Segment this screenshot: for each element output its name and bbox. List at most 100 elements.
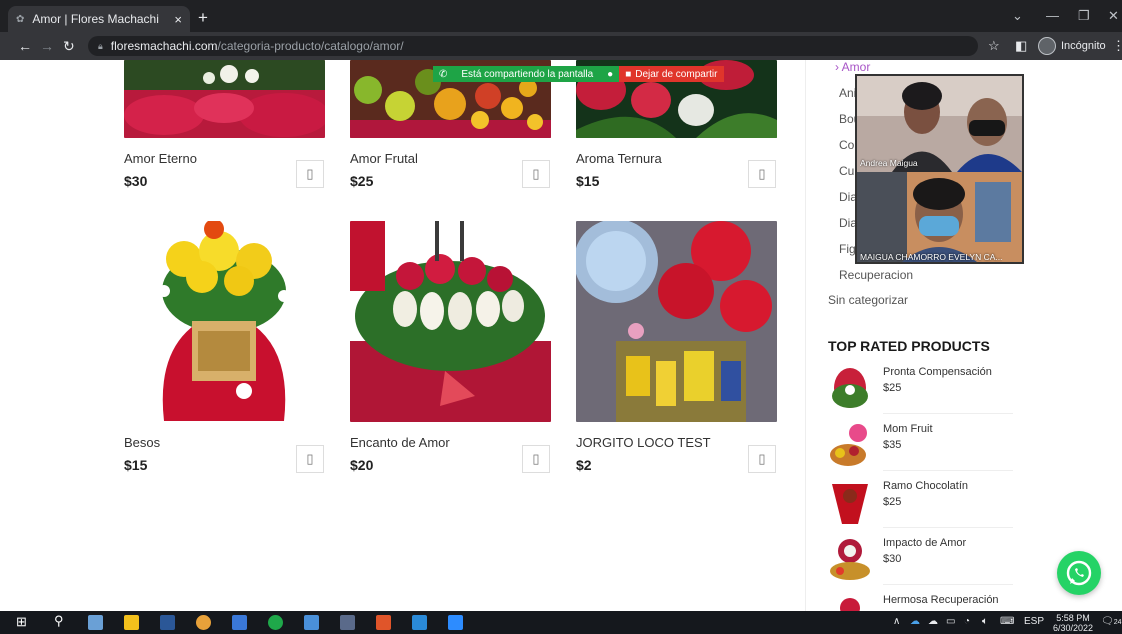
word-icon[interactable]: [160, 615, 175, 630]
app-icon[interactable]: [232, 615, 247, 630]
app-icon[interactable]: [88, 615, 103, 630]
windows-start-icon[interactable]: ⊞: [16, 614, 31, 629]
product-price: $15: [576, 173, 600, 189]
app-icon[interactable]: [340, 615, 355, 630]
volume-icon[interactable]: 🔈︎: [982, 616, 988, 627]
product-image[interactable]: [124, 60, 325, 138]
top-rated-name[interactable]: Ramo Chocolatín: [883, 480, 968, 492]
product-name[interactable]: Encanto de Amor: [350, 435, 450, 450]
tray-chevron-icon[interactable]: ∧: [893, 616, 900, 627]
top-rated-name[interactable]: Hermosa Recuperación: [883, 594, 999, 606]
address-bar[interactable]: 🔒︎ floresmachachi.com /categoria-product…: [88, 36, 978, 56]
brave-icon[interactable]: [376, 615, 391, 630]
chrome-icon[interactable]: [196, 615, 211, 630]
category-amor-link[interactable]: › Amor: [835, 60, 870, 74]
zoom-icon[interactable]: [448, 615, 463, 630]
video-call-overlay[interactable]: Andrea Maigua MAIGUA CHAMORRO EVELYN CA.…: [855, 74, 1024, 264]
divider: [883, 527, 1013, 528]
top-rated-item[interactable]: Ramo Chocolatín $25: [828, 480, 1013, 532]
product-image[interactable]: [576, 221, 777, 422]
divider: [883, 470, 1013, 471]
add-to-cart-icon[interactable]: ▯: [748, 445, 776, 473]
stop-sharing-button[interactable]: ■ Dejar de compartir: [619, 66, 724, 82]
onedrive-icon[interactable]: ☁: [910, 616, 920, 627]
product-name[interactable]: Amor Frutal: [350, 151, 418, 166]
add-to-cart-icon[interactable]: ▯: [522, 160, 550, 188]
wifi-icon[interactable]: ◔: [964, 616, 970, 627]
minimize-icon[interactable]: —: [1046, 8, 1059, 23]
language-indicator[interactable]: ESP: [1024, 616, 1044, 627]
tab-search-icon[interactable]: ⌄: [1012, 8, 1023, 24]
app-icon[interactable]: [304, 615, 319, 630]
clock[interactable]: 5:58 PM 6/30/2022: [1053, 613, 1093, 633]
url-path: /categoria-producto/catalogo/amor/: [217, 39, 404, 53]
besos-photo: [124, 221, 325, 422]
add-to-cart-icon[interactable]: ▯: [296, 160, 324, 188]
product-name[interactable]: Amor Eterno: [124, 151, 197, 166]
whatsapp-taskbar-icon[interactable]: [268, 615, 283, 630]
restore-icon[interactable]: ❐: [1078, 8, 1090, 24]
stop-icon: ■: [625, 68, 632, 80]
whatsapp-button[interactable]: [1057, 551, 1101, 595]
add-to-cart-icon[interactable]: ▯: [748, 160, 776, 188]
onedrive-icon[interactable]: ☁: [928, 616, 938, 627]
product-name[interactable]: Aroma Ternura: [576, 151, 662, 166]
tab-close-icon[interactable]: ×: [174, 12, 182, 27]
top-rated-heading: TOP RATED PRODUCTS: [828, 338, 990, 354]
battery-icon[interactable]: ▭: [946, 616, 955, 627]
category-link[interactable]: Fig: [839, 242, 856, 256]
browser-tab[interactable]: ✿ Amor | Flores Machachi ×: [8, 6, 190, 32]
top-rated-item[interactable]: Impacto de Amor $30: [828, 537, 1013, 589]
new-tab-button[interactable]: +: [198, 8, 208, 28]
browser-menu-icon[interactable]: ⋮: [1112, 38, 1122, 54]
top-rated-name[interactable]: Mom Fruit: [883, 423, 933, 435]
forward-icon[interactable]: →: [40, 38, 54, 54]
url-host: floresmachachi.com: [110, 39, 218, 53]
top-rated-thumb[interactable]: [828, 480, 872, 524]
top-rated-thumb[interactable]: [828, 366, 872, 410]
category-link[interactable]: Recuperacion: [839, 268, 913, 282]
participant-video-tile[interactable]: [857, 172, 1022, 262]
notification-count: 24: [1113, 619, 1122, 626]
top-rated-name[interactable]: Impacto de Amor: [883, 537, 966, 549]
divider: [883, 413, 1013, 414]
screen-share-banner: ✆ Está compartiendo la pantalla ● ■ Deja…: [433, 66, 724, 82]
add-to-cart-icon[interactable]: ▯: [522, 445, 550, 473]
top-rated-item[interactable]: Hermosa Recuperación: [828, 594, 1008, 611]
category-link[interactable]: Co: [839, 138, 854, 152]
top-rated-thumb[interactable]: [828, 423, 872, 467]
product-price: $2: [576, 457, 592, 473]
category-link[interactable]: Cu: [839, 164, 854, 178]
product-name[interactable]: Besos: [124, 435, 160, 450]
encanto-de-amor-photo: [350, 221, 551, 422]
top-rated-price: $35: [883, 439, 902, 451]
product-image[interactable]: [124, 221, 325, 422]
side-panel-icon[interactable]: ◧: [1015, 38, 1027, 54]
add-to-cart-icon[interactable]: ▯: [296, 445, 324, 473]
category-link[interactable]: Ani: [839, 86, 856, 100]
notifications-icon[interactable]: 🗨︎24: [1101, 616, 1122, 627]
windows-taskbar: ⊞ ⚲ ∧ ☁ ☁ ▭ ◔ 🔈︎ ⌨ ESP 5:58 PM 6/30/2022…: [0, 611, 1122, 634]
top-rated-item[interactable]: Pronta Compensación $25: [828, 366, 1013, 418]
category-uncategorized-link[interactable]: Sin categorizar: [828, 293, 908, 307]
clock-time: 5:58 PM: [1056, 613, 1090, 623]
incognito-profile-button[interactable]: Incógnito: [1038, 37, 1106, 55]
top-rated-price: $25: [883, 382, 902, 394]
back-icon[interactable]: ←: [18, 38, 32, 54]
top-rated-thumb[interactable]: [828, 594, 872, 611]
top-rated-thumb[interactable]: [828, 537, 872, 581]
keyboard-icon[interactable]: ⌨: [1000, 616, 1014, 627]
top-rated-name[interactable]: Pronta Compensación: [883, 366, 992, 378]
bookmark-star-icon[interactable]: ☆: [988, 38, 1000, 54]
search-icon[interactable]: ⚲: [54, 613, 69, 628]
stop-sharing-label: Dejar de compartir: [635, 68, 718, 80]
app-icon[interactable]: [412, 615, 427, 630]
product-image[interactable]: [350, 221, 551, 422]
top-rated-item[interactable]: Mom Fruit $35: [828, 423, 1013, 475]
window-close-icon[interactable]: ✕: [1108, 8, 1119, 24]
reload-icon[interactable]: ↻: [63, 38, 75, 55]
product-name[interactable]: JORGITO LOCO TEST: [576, 435, 711, 450]
product-price: $30: [124, 173, 148, 189]
file-explorer-icon[interactable]: [124, 615, 139, 630]
shield-icon: ●: [607, 68, 614, 80]
